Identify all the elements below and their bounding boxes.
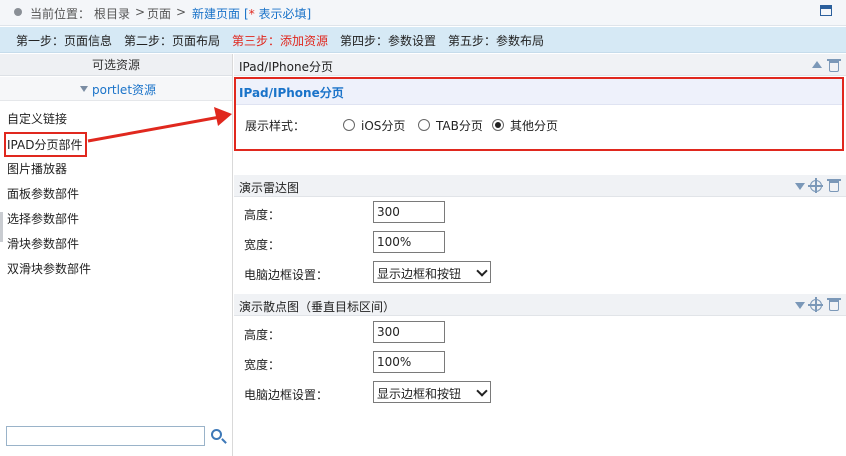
- tree-node-portlet[interactable]: portlet资源: [0, 77, 232, 101]
- border-setting-select[interactable]: 显示边框和按钮: [373, 381, 491, 403]
- radio-ios-pager[interactable]: [343, 119, 355, 131]
- chevron-down-icon: [476, 265, 488, 277]
- layout-panel: IPad/IPhone分页 IPad/IPhone分页 展示样式： iOS分页 …: [234, 54, 846, 456]
- collapse-up-icon[interactable]: [812, 61, 822, 68]
- component-image-player[interactable]: 图片播放器: [7, 160, 67, 177]
- resource-search-input[interactable]: [6, 426, 205, 446]
- required-note: [* 表示必填]: [244, 5, 311, 22]
- expand-triangle-icon[interactable]: [80, 86, 88, 92]
- component-slider-param[interactable]: 滑块参数部件: [7, 235, 79, 252]
- collapse-down-icon[interactable]: [795, 183, 805, 190]
- section-title: 演示雷达图: [239, 181, 300, 195]
- panel-title: 可选资源: [0, 54, 232, 76]
- ipad-config-box: IPad/IPhone分页 展示样式： iOS分页 TAB分页 其他分页: [234, 77, 844, 151]
- scatter-section-header: 演示散点图（垂直目标区间）: [234, 294, 846, 316]
- chevron-down-icon: [476, 385, 488, 397]
- location-dot-icon: [14, 8, 22, 16]
- width-label: 宽度：: [244, 358, 281, 372]
- collapse-down-icon[interactable]: [795, 302, 805, 309]
- radio-other-pager[interactable]: [492, 119, 504, 131]
- breadcrumb-page[interactable]: 页面: [147, 5, 171, 22]
- height-input[interactable]: 300: [373, 201, 445, 223]
- ipad-box-title: IPad/IPhone分页: [239, 86, 344, 100]
- height-label: 高度：: [244, 328, 281, 342]
- move-icon[interactable]: [808, 297, 823, 312]
- component-panel-param[interactable]: 面板参数部件: [7, 185, 79, 202]
- radar-section-header: 演示雷达图: [234, 175, 846, 197]
- location-label: 当前位置：: [30, 7, 91, 21]
- height-input[interactable]: 300: [373, 321, 445, 343]
- style-label: 展示样式：: [245, 119, 306, 133]
- radio-ios-label[interactable]: iOS分页: [361, 117, 405, 134]
- breadcrumb-separator: >: [176, 5, 187, 19]
- radio-tab-label[interactable]: TAB分页: [436, 117, 483, 134]
- width-label: 宽度：: [244, 238, 281, 252]
- delete-icon[interactable]: [827, 298, 841, 311]
- move-icon[interactable]: [808, 178, 823, 193]
- ipad-box-titlebar: IPad/IPhone分页: [236, 79, 842, 105]
- width-input[interactable]: 100%: [373, 231, 445, 253]
- ipad-section-header: IPad/IPhone分页: [234, 54, 846, 76]
- step-2[interactable]: 第二步：页面布局: [124, 32, 220, 49]
- radio-other-label[interactable]: 其他分页: [510, 117, 558, 134]
- section-title: IPad/IPhone分页: [239, 60, 333, 74]
- breadcrumb-bar: 当前位置： 根目录 > 页面 > 新建页面 [* 表示必填]: [0, 0, 846, 26]
- delete-icon[interactable]: [827, 59, 841, 72]
- border-setting-select[interactable]: 显示边框和按钮: [373, 261, 491, 283]
- breadcrumb-separator: >: [135, 5, 146, 19]
- border-setting-label: 电脑边框设置：: [244, 388, 329, 402]
- breadcrumb-root[interactable]: 根目录: [94, 5, 130, 22]
- height-label: 高度：: [244, 208, 281, 222]
- section-title: 演示散点图（垂直目标区间）: [239, 300, 396, 314]
- step-4[interactable]: 第四步：参数设置: [340, 32, 436, 49]
- step-3[interactable]: 第三步：添加资源: [232, 32, 328, 49]
- border-setting-label: 电脑边框设置：: [244, 268, 329, 282]
- component-ipad-pager[interactable]: IPAD分页部件: [4, 132, 88, 157]
- component-custom-link[interactable]: 自定义链接: [7, 110, 67, 127]
- available-resources-panel: 可选资源 portlet资源 自定义链接 IPAD分页部件 图片播放器 面板参数…: [0, 54, 233, 456]
- required-text: 表示必填]: [254, 7, 312, 21]
- step-1[interactable]: 第一步：页面信息: [16, 32, 112, 49]
- radio-tab-pager[interactable]: [418, 119, 430, 131]
- delete-icon[interactable]: [827, 179, 841, 192]
- search-icon[interactable]: [211, 429, 222, 440]
- wizard-steps: 第一步：页面信息 第二步：页面布局 第三步：添加资源 第四步：参数设置 第五步：…: [0, 27, 846, 53]
- maximize-icon[interactable]: [820, 5, 832, 16]
- tree-node-label: portlet资源: [92, 83, 157, 97]
- select-value: 显示边框和按钮: [377, 387, 462, 401]
- breadcrumb-current: 新建页面: [192, 7, 241, 21]
- step-5[interactable]: 第五步：参数布局: [448, 32, 544, 49]
- width-input[interactable]: 100%: [373, 351, 445, 373]
- component-select-param[interactable]: 选择参数部件: [7, 210, 79, 227]
- component-dual-slider-param[interactable]: 双滑块参数部件: [7, 260, 91, 277]
- select-value: 显示边框和按钮: [377, 267, 462, 281]
